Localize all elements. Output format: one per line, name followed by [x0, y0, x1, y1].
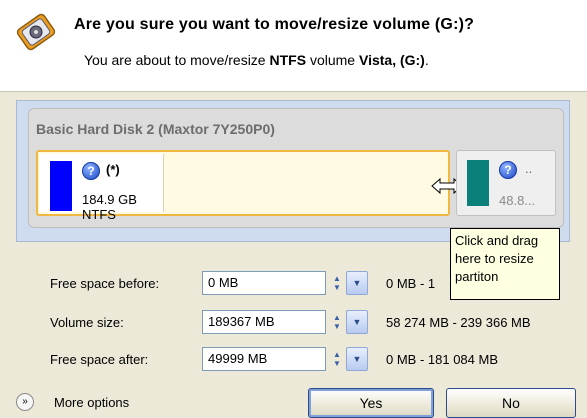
partition-next[interactable]: ? .. 48.8... — [456, 150, 556, 216]
spin-up-icon[interactable]: ▲ — [333, 274, 341, 283]
subtitle-filesystem: NTFS — [269, 52, 307, 68]
partition-info: 184.9 GB NTFS — [82, 192, 137, 222]
spin-up-icon[interactable]: ▲ — [333, 350, 341, 359]
subtitle-volume: Vista, (G:) — [358, 52, 425, 68]
dialog-title: Are you sure you want to move/resize vol… — [74, 16, 475, 33]
more-options-link[interactable]: More options — [54, 395, 129, 410]
expand-chevron-icon[interactable]: » — [16, 393, 34, 411]
free-space-after-label: Free space after: — [50, 352, 149, 367]
no-button[interactable]: No — [446, 388, 576, 418]
free-space-before-input[interactable]: 0 MB — [202, 271, 326, 295]
free-space-after-dropdown[interactable]: ▼ — [346, 347, 368, 371]
subtitle-mid: volume — [306, 52, 359, 68]
yes-button[interactable]: Yes — [308, 388, 434, 418]
disk-resize-icon — [16, 13, 56, 51]
spin-up-icon[interactable]: ▲ — [333, 313, 341, 322]
subtitle-suffix: . — [424, 52, 429, 68]
volume-color-swatch — [467, 160, 489, 206]
volume-color-swatch — [50, 161, 72, 211]
volume-size-input[interactable]: 189367 MB — [202, 310, 326, 334]
partition-label: (*) — [106, 162, 120, 177]
volume-size-label: Volume size: — [50, 315, 124, 330]
free-space-after-range: 0 MB - 181 084 MB — [386, 352, 498, 367]
partition-selected[interactable]: ? (*) 184.9 GB NTFS — [36, 150, 450, 222]
partition-label: .. — [525, 161, 533, 176]
tooltip-line: Click and drag — [455, 233, 539, 248]
volume-size-dropdown[interactable]: ▼ — [346, 310, 368, 334]
disk-title: Basic Hard Disk 2 (Maxtor 7Y250P0) — [36, 121, 275, 137]
chevron-down-icon: ▼ — [352, 354, 362, 364]
free-space-before-spinner[interactable]: ▲ ▼ — [330, 271, 344, 295]
help-icon[interactable]: ? — [499, 161, 517, 179]
volume-size-range: 58 274 MB - 239 366 MB — [386, 315, 531, 330]
partition-used-area[interactable]: ? (*) 184.9 GB NTFS — [40, 154, 164, 222]
spin-down-icon[interactable]: ▼ — [333, 359, 341, 368]
tooltip-line: partiton — [455, 269, 499, 284]
subtitle-prefix: You are about to move/resize — [84, 52, 270, 68]
tooltip-line: here to resize — [455, 251, 534, 266]
dialog-header: Are you sure you want to move/resize vol… — [0, 0, 587, 92]
chevron-down-icon: ▼ — [352, 317, 362, 327]
spin-down-icon[interactable]: ▼ — [333, 283, 341, 292]
help-icon[interactable]: ? — [82, 162, 100, 180]
free-space-before-range: 0 MB - 1 — [386, 276, 436, 291]
free-space-after-spinner[interactable]: ▲ ▼ — [330, 347, 344, 371]
dialog-subtitle: You are about to move/resize NTFS volume… — [84, 52, 429, 68]
volume-size-spinner[interactable]: ▲ ▼ — [330, 310, 344, 334]
spin-down-icon[interactable]: ▼ — [333, 322, 341, 331]
free-space-before-dropdown[interactable]: ▼ — [346, 271, 368, 295]
free-space-after-input[interactable]: 49999 MB — [202, 347, 326, 371]
resize-tooltip: Click and drag here to resize partiton — [450, 228, 560, 300]
chevron-down-icon: ▼ — [352, 278, 362, 288]
free-space-before-label: Free space before: — [50, 276, 160, 291]
partition-info: 48.8... — [499, 193, 536, 208]
